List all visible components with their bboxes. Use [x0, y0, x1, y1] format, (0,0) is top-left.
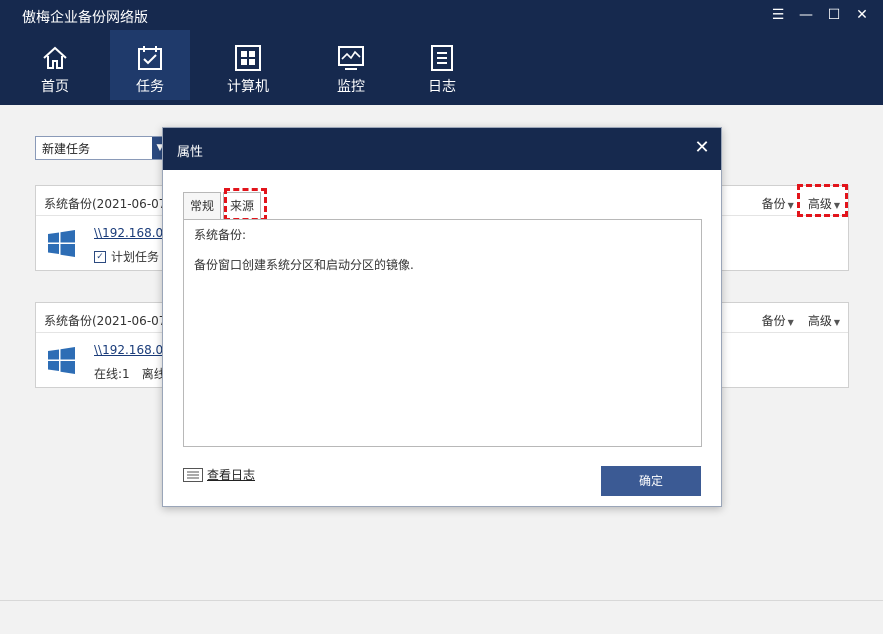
dialog-header: 属性 ✕ [163, 128, 721, 170]
panel-description: 备份窗口创建系统分区和启动分区的镜像. [194, 258, 414, 272]
windows-logo-icon [48, 347, 75, 374]
status-row: 在线:1 离线 [94, 365, 166, 382]
new-task-label: 新建任务 [42, 141, 91, 156]
backup-label: 备份 [761, 197, 786, 211]
backup-label: 备份 [761, 314, 786, 328]
nav-item-computer[interactable]: 计算机 [190, 30, 306, 100]
nav-label: 任务 [136, 79, 164, 95]
list-icon [183, 467, 203, 482]
panel-heading: 系统备份: [194, 228, 247, 242]
task-actions: 备份 ▼ 高级 ▼ [762, 312, 840, 329]
close-icon[interactable]: ✕ [691, 137, 713, 159]
task-title: 系统备份(2021-06-07 [44, 197, 167, 211]
view-log-label: 查看日志 [207, 468, 256, 482]
nav-item-log[interactable]: 日志 [396, 30, 488, 100]
maximize-icon[interactable]: ☐ [825, 6, 843, 24]
minimize-icon[interactable]: — [797, 6, 815, 24]
advanced-menu[interactable]: 高级 ▼ [808, 312, 840, 329]
caret-down-icon: ▼ [787, 201, 794, 210]
backup-menu[interactable]: 备份 ▼ [762, 312, 794, 329]
nav-item-task[interactable]: 任务 [110, 30, 190, 100]
highlight-source-tab [224, 188, 267, 221]
nav-item-monitor[interactable]: 监控 [306, 30, 396, 100]
app-title: 傲梅企业备份网络版 [22, 10, 148, 26]
schedule-checkbox[interactable]: ✓ [94, 250, 106, 263]
caret-down-icon: ▼ [787, 318, 794, 327]
home-icon [43, 46, 67, 69]
task-calendar-icon [138, 46, 162, 70]
tab-panel: 系统备份: 备份窗口创建系统分区和启动分区的镜像. [183, 219, 702, 447]
advanced-label: 高级 [807, 314, 832, 328]
online-count: 在线:1 [94, 367, 130, 381]
monitor-icon [338, 46, 364, 70]
view-log-link[interactable]: 查看日志 [183, 466, 255, 483]
backup-menu[interactable]: 备份 ▼ [762, 195, 794, 212]
nav-label: 首页 [41, 79, 69, 95]
app-header: 傲梅企业备份网络版 ☰ — ☐ ✕ 首页 任务 计算机 监控 日志 [0, 0, 883, 105]
tab-general[interactable]: 常规 [183, 192, 222, 219]
menu-icon[interactable]: ☰ [769, 6, 787, 24]
properties-dialog: 属性 ✕ 常规 来源 系统备份: 备份窗口创建系统分区和启动分区的镜像. 查看日… [162, 127, 722, 507]
schedule-label: 计划任务 [111, 250, 160, 264]
caret-down-icon: ▼ [833, 318, 840, 327]
ok-button[interactable]: 确定 [601, 466, 701, 496]
windows-logo-icon [48, 230, 75, 257]
log-icon [431, 45, 453, 71]
computer-icon [235, 45, 261, 71]
window-controls: ☰ — ☐ ✕ [769, 6, 871, 24]
schedule-row: ✓ 计划任务 [94, 248, 159, 265]
nav-label: 日志 [428, 79, 456, 95]
highlight-advanced [797, 184, 848, 217]
close-icon[interactable]: ✕ [853, 6, 871, 24]
new-task-dropdown[interactable]: 新建任务 ▼ [35, 136, 169, 160]
status-bar [0, 600, 883, 634]
nav-label: 计算机 [227, 79, 269, 95]
dialog-title: 属性 [177, 145, 204, 160]
nav-item-home[interactable]: 首页 [0, 30, 110, 100]
task-title: 系统备份(2021-06-07 [44, 314, 167, 328]
main-nav: 首页 任务 计算机 监控 日志 [0, 30, 488, 100]
nav-label: 监控 [337, 79, 365, 95]
